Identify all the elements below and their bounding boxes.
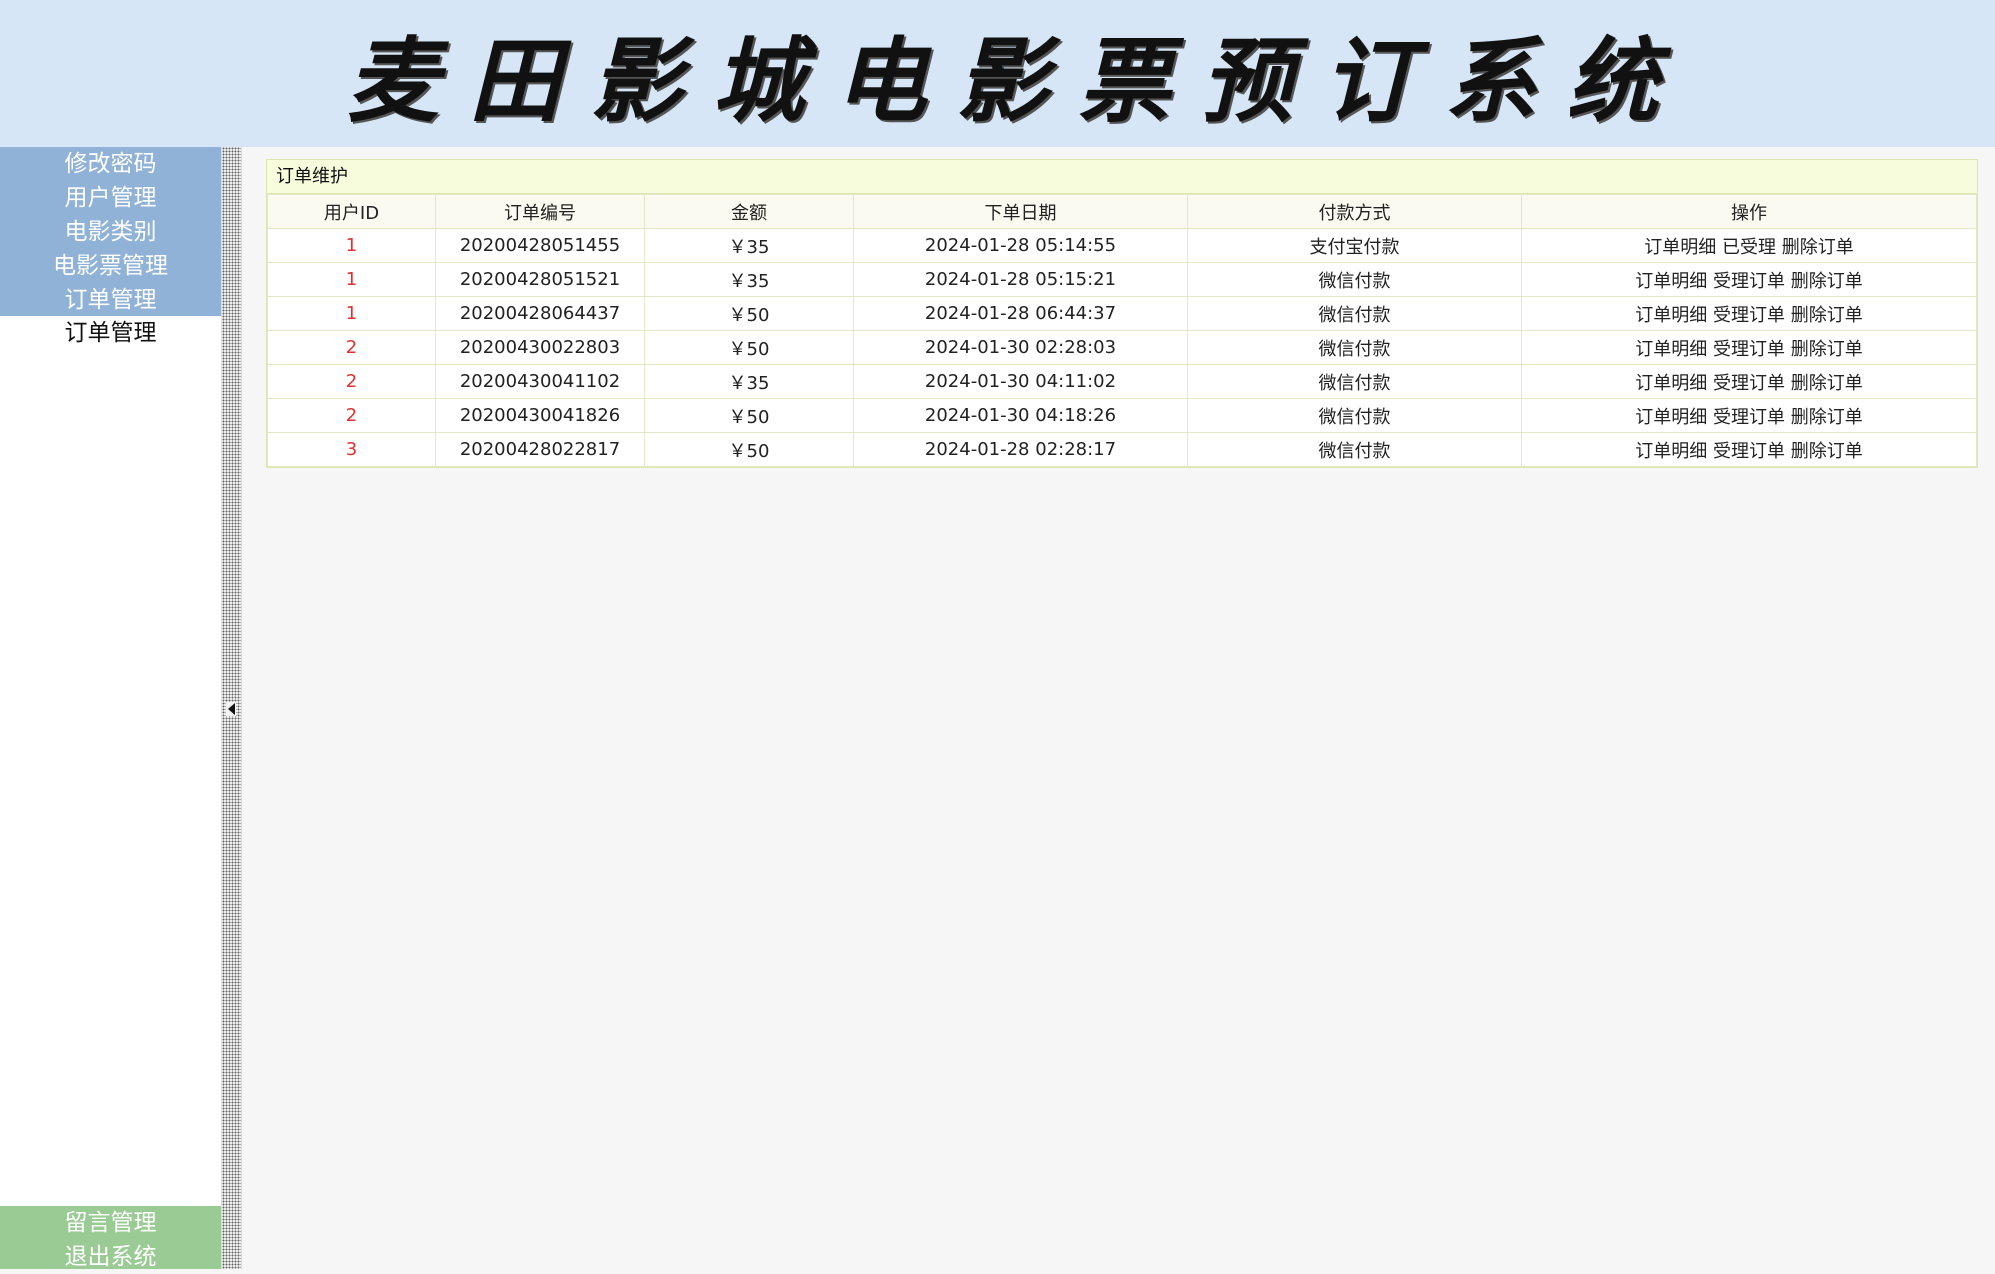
cell-order-no: 20200428051455 (435, 228, 645, 263)
cell-actions: 订单明细 受理订单 删除订单 (1521, 432, 1977, 467)
order-detail-link[interactable]: 订单明细 (1644, 237, 1716, 258)
sidebar-item-ticket-management[interactable]: 电影票管理 (0, 249, 221, 283)
accept-order-link[interactable]: 受理订单 (1713, 373, 1785, 394)
cell-order-no: 20200430041826 (435, 398, 645, 433)
cell-amount: ￥35 (644, 364, 854, 399)
cell-amount: ￥50 (644, 398, 854, 433)
cell-actions: 订单明细 受理订单 删除订单 (1521, 364, 1977, 399)
app-title: 麦田影城电影票预订系统 (346, 27, 1689, 135)
cell-payment-method: 微信付款 (1187, 330, 1522, 365)
table-row: 2 20200430041826 ￥50 2024-01-30 04:18:26 微信付… (267, 398, 1977, 433)
column-header-user-id: 用户ID (267, 194, 436, 229)
sidebar-item-order-management[interactable]: 订单管理 (0, 283, 221, 317)
cell-user-id: 1 (267, 296, 436, 331)
table-row: 3 20200428022817 ￥50 2024-01-28 02:28:17 微信付… (267, 432, 1977, 467)
cell-order-date: 2024-01-28 05:15:21 (853, 262, 1188, 297)
order-detail-link[interactable]: 订单明细 (1635, 271, 1707, 292)
arrow-left-icon (227, 703, 235, 715)
sidebar-menu-bottom: 留言管理 退出系统 (0, 1206, 221, 1270)
table-header-row: 用户ID 订单编号 金额 下单日期 付款方式 操作 (267, 194, 1977, 229)
order-panel: 订单维护 用户ID 订单编号 金额 下单日期 付款方式 操作 1 20200428… (266, 159, 1978, 468)
cell-amount: ￥50 (644, 330, 854, 365)
delete-order-link[interactable]: 删除订单 (1791, 373, 1863, 394)
sidebar-submenu: 订单管理 (0, 316, 221, 350)
cell-user-id: 3 (267, 432, 436, 467)
order-detail-link[interactable]: 订单明细 (1635, 339, 1707, 360)
cell-user-id: 1 (267, 228, 436, 263)
delete-order-link[interactable]: 删除订单 (1782, 237, 1854, 258)
delete-order-link[interactable]: 删除订单 (1791, 271, 1863, 292)
cell-amount: ￥50 (644, 432, 854, 467)
column-header-amount: 金额 (644, 194, 854, 229)
cell-user-id: 2 (267, 364, 436, 399)
table-row: 1 20200428051521 ￥35 2024-01-28 05:15:21 微信付… (267, 262, 1977, 297)
cell-order-date: 2024-01-30 04:11:02 (853, 364, 1188, 399)
sidebar-item-movie-category[interactable]: 电影类别 (0, 215, 221, 249)
cell-user-id: 2 (267, 330, 436, 365)
cell-user-id: 2 (267, 398, 436, 433)
cell-actions: 订单明细 受理订单 删除订单 (1521, 398, 1977, 433)
header-banner: 麦田影城电影票预订系统 (0, 0, 1995, 147)
sidebar-subitem-order-management[interactable]: 订单管理 (0, 316, 221, 350)
order-detail-link[interactable]: 订单明细 (1635, 441, 1707, 462)
cell-order-date: 2024-01-28 06:44:37 (853, 296, 1188, 331)
sidebar-menu-top: 修改密码 用户管理 电影类别 电影票管理 订单管理 (0, 147, 221, 316)
cell-payment-method: 微信付款 (1187, 398, 1522, 433)
sidebar-item-change-password[interactable]: 修改密码 (0, 147, 221, 181)
cell-amount: ￥35 (644, 228, 854, 263)
cell-payment-method: 微信付款 (1187, 432, 1522, 467)
table-row: 1 20200428064437 ￥50 2024-01-28 06:44:37 微信付… (267, 296, 1977, 331)
table-row: 2 20200430022803 ￥50 2024-01-30 02:28:03 微信付… (267, 330, 1977, 365)
orders-table: 用户ID 订单编号 金额 下单日期 付款方式 操作 1 2020042805145… (267, 194, 1977, 467)
cell-order-no: 20200428064437 (435, 296, 645, 331)
cell-order-no: 20200430022803 (435, 330, 645, 365)
cell-amount: ￥50 (644, 296, 854, 331)
collapse-sidebar-icon[interactable] (226, 702, 236, 716)
column-header-actions: 操作 (1521, 194, 1977, 229)
cell-order-no: 20200430041102 (435, 364, 645, 399)
cell-order-date: 2024-01-30 02:28:03 (853, 330, 1188, 365)
cell-order-date: 2024-01-28 02:28:17 (853, 432, 1188, 467)
cell-actions: 订单明细 受理订单 删除订单 (1521, 262, 1977, 297)
order-detail-link[interactable]: 订单明细 (1635, 373, 1707, 394)
delete-order-link[interactable]: 删除订单 (1791, 339, 1863, 360)
accept-order-link[interactable]: 受理订单 (1713, 441, 1785, 462)
order-detail-link[interactable]: 订单明细 (1635, 305, 1707, 326)
column-header-order-no: 订单编号 (435, 194, 645, 229)
cell-amount: ￥35 (644, 262, 854, 297)
sidebar: 修改密码 用户管理 电影类别 电影票管理 订单管理 订单管理 留言管理 退出系统 (0, 147, 221, 1270)
accept-order-link[interactable]: 受理订单 (1713, 407, 1785, 428)
accept-order-link[interactable]: 已受理 (1722, 237, 1776, 258)
cell-user-id: 1 (267, 262, 436, 297)
cell-payment-method: 支付宝付款 (1187, 228, 1522, 263)
cell-payment-method: 微信付款 (1187, 364, 1522, 399)
cell-actions: 订单明细 受理订单 删除订单 (1521, 296, 1977, 331)
cell-order-date: 2024-01-28 05:14:55 (853, 228, 1188, 263)
accept-order-link[interactable]: 受理订单 (1713, 271, 1785, 292)
cell-actions: 订单明细 受理订单 删除订单 (1521, 330, 1977, 365)
cell-payment-method: 微信付款 (1187, 296, 1522, 331)
sidebar-item-user-management[interactable]: 用户管理 (0, 181, 221, 215)
table-row: 1 20200428051455 ￥35 2024-01-28 05:14:55 支付宝… (267, 228, 1977, 263)
delete-order-link[interactable]: 删除订单 (1791, 441, 1863, 462)
delete-order-link[interactable]: 删除订单 (1791, 305, 1863, 326)
main-content: 订单维护 用户ID 订单编号 金额 下单日期 付款方式 操作 1 20200428… (242, 147, 1995, 1269)
cell-actions: 订单明细 已受理 删除订单 (1521, 228, 1977, 263)
cell-order-no: 20200428022817 (435, 432, 645, 467)
accept-order-link[interactable]: 受理订单 (1713, 305, 1785, 326)
delete-order-link[interactable]: 删除订单 (1791, 407, 1863, 428)
accept-order-link[interactable]: 受理订单 (1713, 339, 1785, 360)
column-header-payment: 付款方式 (1187, 194, 1522, 229)
table-row: 2 20200430041102 ￥35 2024-01-30 04:11:02 微信付… (267, 364, 1977, 399)
sidebar-item-message-management[interactable]: 留言管理 (0, 1206, 221, 1240)
order-detail-link[interactable]: 订单明细 (1635, 407, 1707, 428)
panel-title: 订单维护 (267, 160, 1977, 194)
cell-payment-method: 微信付款 (1187, 262, 1522, 297)
column-header-order-date: 下单日期 (853, 194, 1188, 229)
cell-order-no: 20200428051521 (435, 262, 645, 297)
cell-order-date: 2024-01-30 04:18:26 (853, 398, 1188, 433)
